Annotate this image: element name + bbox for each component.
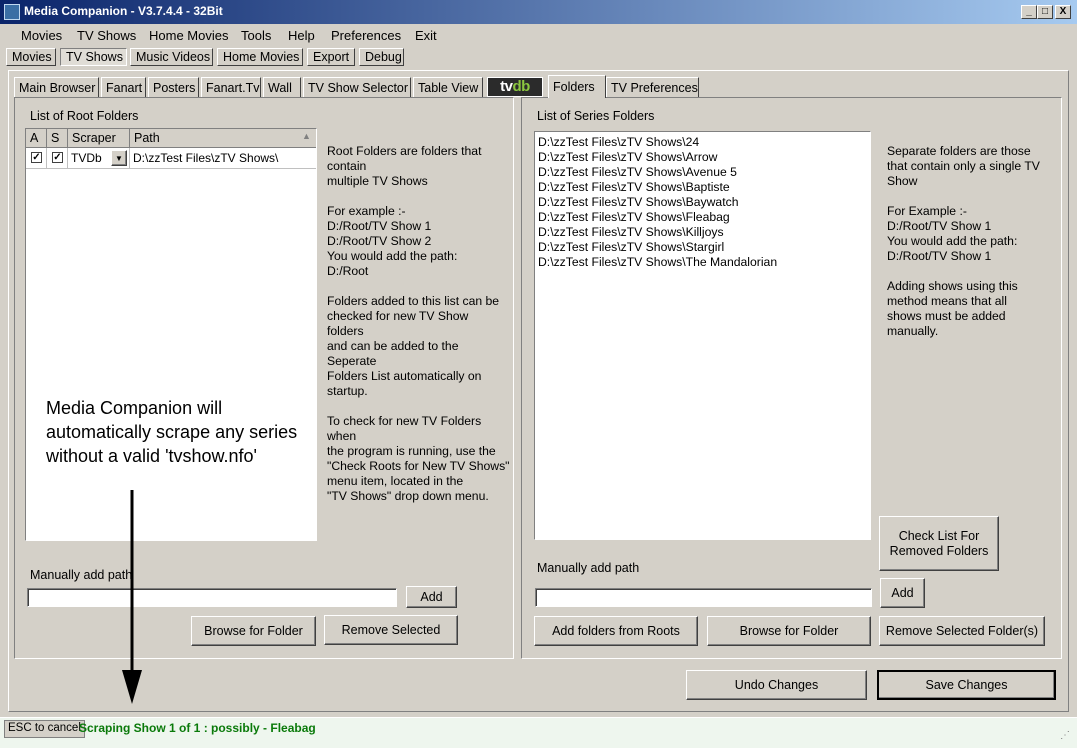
col-a[interactable]: A [26,129,47,147]
window-title: Media Companion - V3.7.4.4 - 32Bit [24,4,223,18]
root-folders-help: Root Folders are folders that contain mu… [327,144,510,503]
row-a-checkbox[interactable]: ✓ [31,152,42,163]
tab-movies[interactable]: Movies [6,48,56,66]
left-manual-label: Manually add path [30,568,133,582]
subtab-posters[interactable]: Posters [148,77,199,97]
subtab-wall[interactable]: Wall [263,77,301,97]
tab-export[interactable]: Export [307,48,355,66]
chevron-down-icon[interactable]: ▼ [111,150,127,166]
menu-tools[interactable]: Tools [241,28,271,43]
esc-cancel-label[interactable]: ESC to cancel [4,720,85,738]
save-changes-button[interactable]: Save Changes [877,670,1056,700]
remove-selected-folders-button[interactable]: Remove Selected Folder(s) [879,616,1045,646]
app-icon [4,4,20,20]
left-remove-button[interactable]: Remove Selected [324,615,458,645]
list-item[interactable]: D:\zzTest Files\zTV Shows\Baywatch [538,195,738,210]
table-row[interactable]: ✓ ✓ TVDb ▼ D:\zzTest Files\zTV Shows\ [26,148,316,169]
maximize-button[interactable]: □ [1037,5,1053,19]
right-browse-button[interactable]: Browse for Folder [707,616,871,646]
menu-preferences[interactable]: Preferences [331,28,401,43]
list-item[interactable]: D:\zzTest Files\zTV Shows\Fleabag [538,210,730,225]
row-path[interactable]: D:\zzTest Files\zTV Shows\ [133,151,278,165]
right-manual-label: Manually add path [537,561,640,575]
list-item[interactable]: D:\zzTest Files\zTV Shows\The Mandaloria… [538,255,777,270]
menu-tv-shows[interactable]: TV Shows [77,28,136,43]
sort-arrow-icon: ▲ [302,131,311,141]
cell-divider [129,148,130,168]
right-add-button[interactable]: Add [880,578,925,608]
cell-divider [67,148,68,168]
grid-header: A S Scraper Path ▲ [26,129,316,148]
menu-movies[interactable]: Movies [21,28,62,43]
series-folders-caption: List of Series Folders [537,109,655,123]
subtab-folders[interactable]: Folders [548,75,606,98]
subtab-fanart-tv[interactable]: Fanart.Tv [201,77,261,97]
annotation-arrow [122,490,142,704]
left-path-input[interactable] [27,588,397,607]
menu-exit[interactable]: Exit [415,28,437,43]
subtab-table-view[interactable]: Table View [413,77,483,97]
list-item[interactable]: D:\zzTest Files\zTV Shows\24 [538,135,699,150]
tvdb-logo[interactable]: tvdb [487,77,543,97]
subtab-tv-show-selector[interactable]: TV Show Selector [303,77,411,97]
col-scraper[interactable]: Scraper [68,129,130,147]
arrow-head [122,670,142,704]
series-folders-list[interactable]: D:\zzTest Files\zTV Shows\24 D:\zzTest F… [534,131,871,540]
menu-help[interactable]: Help [288,28,315,43]
list-item[interactable]: D:\zzTest Files\zTV Shows\Stargirl [538,240,724,255]
check-removed-label-2: Removed Folders [889,543,989,558]
check-removed-label-1: Check List For [898,528,980,543]
tvdb-logo-tv: tv [500,78,513,95]
menu-home-movies[interactable]: Home Movies [149,28,228,43]
minimize-button[interactable]: _ [1021,5,1037,19]
root-folders-grid[interactable]: A S Scraper Path ▲ ✓ ✓ TVDb ▼ D:\zzTest … [25,128,317,541]
series-folders-help: Separate folders are those that contain … [887,144,1040,338]
list-item[interactable]: D:\zzTest Files\zTV Shows\Baptiste [538,180,730,195]
tab-tv-shows[interactable]: TV Shows [60,48,127,66]
tvdb-logo-db: db [512,78,531,95]
close-button[interactable]: X [1055,5,1071,19]
root-folders-caption: List of Root Folders [30,109,139,123]
left-browse-button[interactable]: Browse for Folder [191,616,316,646]
left-add-button[interactable]: Add [406,586,457,608]
status-message: Scraping Show 1 of 1 : possibly - Fleaba… [79,721,316,735]
check-removed-button[interactable]: Check List For Removed Folders [879,516,999,571]
list-item[interactable]: D:\zzTest Files\zTV Shows\Avenue 5 [538,165,737,180]
tab-music-videos[interactable]: Music Videos [130,48,213,66]
subtab-main-browser[interactable]: Main Browser [14,77,99,97]
list-item[interactable]: D:\zzTest Files\zTV Shows\Arrow [538,150,717,165]
resize-grip-icon[interactable]: ⋰ [1060,730,1070,741]
subtab-tv-preferences[interactable]: TV Preferences [606,77,699,97]
scraper-select-value[interactable]: TVDb [71,151,102,165]
right-path-input[interactable] [535,588,872,607]
subtab-fanart[interactable]: Fanart [101,77,146,97]
cell-divider [46,148,47,168]
tab-debug[interactable]: Debug [359,48,404,66]
undo-changes-button[interactable]: Undo Changes [686,670,867,700]
add-from-roots-button[interactable]: Add folders from Roots [534,616,698,646]
col-s[interactable]: S [47,129,68,147]
list-item[interactable]: D:\zzTest Files\zTV Shows\Killjoys [538,225,724,240]
annotation-text: Media Companion will automatically scrap… [46,398,298,466]
row-s-checkbox[interactable]: ✓ [52,152,63,163]
tab-home-movies[interactable]: Home Movies [217,48,303,66]
col-path[interactable]: Path [130,129,316,147]
